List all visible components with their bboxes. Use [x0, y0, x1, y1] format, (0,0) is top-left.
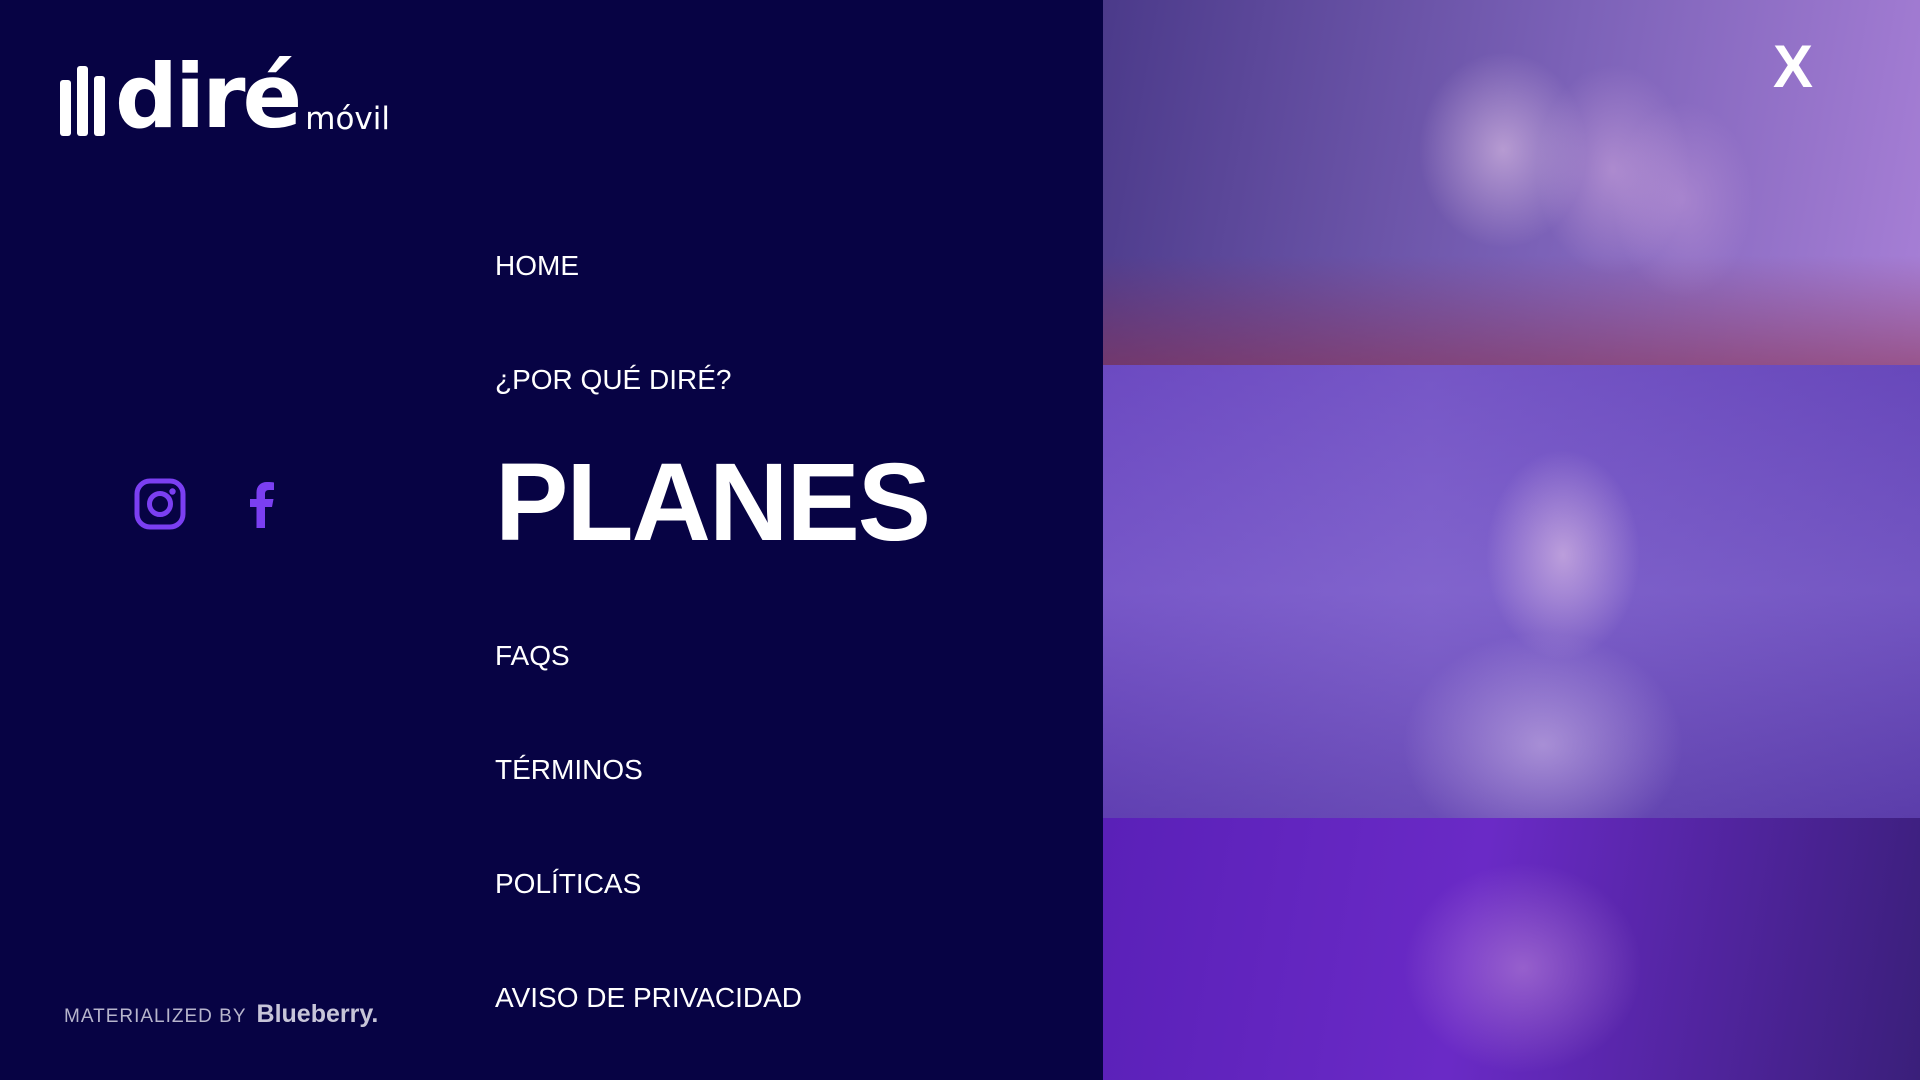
logo-word: diré [115, 45, 302, 148]
nav-item-faqs[interactable]: FAQS [495, 639, 570, 673]
credit-brand: Blueberry. [256, 1000, 379, 1028]
brand-logo[interactable]: diré móvil [60, 45, 390, 148]
nav-item-planes[interactable]: PLANES [495, 443, 931, 563]
credit-prefix: MATERIALIZED BY [64, 1006, 247, 1027]
photo-woman-smiling [1103, 818, 1920, 1080]
logo-bars-icon [60, 62, 105, 136]
instagram-icon[interactable] [134, 478, 186, 530]
photo-woman-on-phone [1103, 365, 1920, 818]
social-links [134, 478, 288, 530]
logo-subtitle: móvil [305, 101, 390, 137]
menu-panel: diré móvil HOME ¿POR QUÉ DIRÉ? PLANES FA [0, 0, 1103, 1080]
nav-item-aviso-de-privacidad[interactable]: AVISO DE PRIVACIDAD [495, 981, 802, 1015]
nav-item-por-que-dire[interactable]: ¿POR QUÉ DIRÉ? [495, 363, 731, 397]
page: diré móvil HOME ¿POR QUÉ DIRÉ? PLANES FA [0, 0, 1920, 1080]
photo-column [1103, 0, 1920, 1080]
nav-item-terminos[interactable]: TÉRMINOS [495, 753, 643, 787]
close-icon[interactable]: X [1767, 37, 1819, 97]
footer-credit[interactable]: MATERIALIZED BY Blueberry. [64, 1000, 378, 1029]
nav-item-politicas[interactable]: POLÍTICAS [495, 867, 641, 901]
facebook-icon[interactable] [236, 478, 288, 530]
nav-item-home[interactable]: HOME [495, 249, 579, 283]
